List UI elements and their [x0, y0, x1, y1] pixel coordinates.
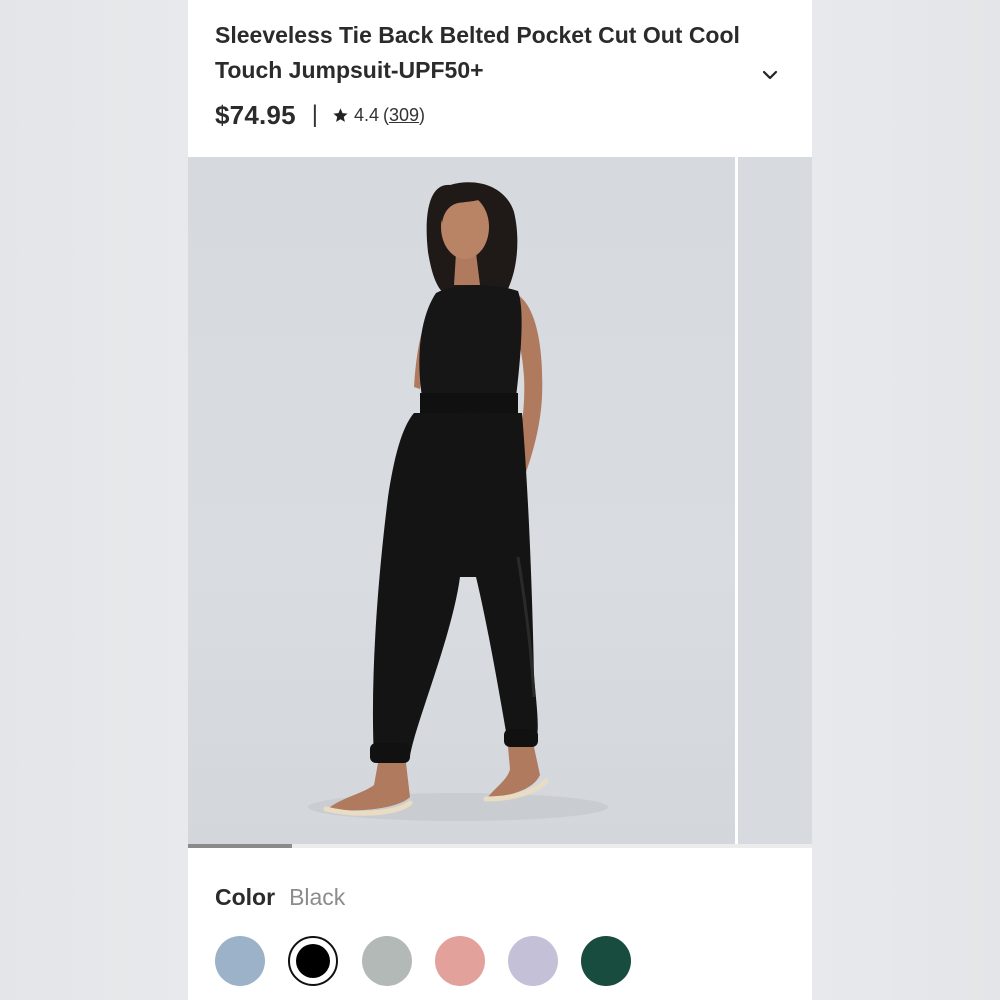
swatch-green[interactable]	[581, 936, 631, 986]
swatch-selected-fill	[296, 944, 330, 978]
paren-close: )	[419, 104, 426, 125]
product-page: Sleeveless Tie Back Belted Pocket Cut Ou…	[188, 0, 812, 1000]
carousel-progress	[188, 844, 812, 848]
swatch-light-blue[interactable]	[215, 936, 265, 986]
review-count: 309	[389, 104, 420, 125]
swatch-gray[interactable]	[362, 936, 412, 986]
review-count-link[interactable]: (309)	[383, 105, 425, 126]
next-product-image[interactable]	[738, 157, 812, 844]
rating-value: 4.4	[353, 104, 379, 125]
selected-color-name: Black	[289, 884, 346, 910]
divider: |	[311, 101, 318, 128]
color-selector-header: Color Black	[215, 884, 345, 911]
carousel-progress-fill	[188, 844, 293, 848]
swatch-black[interactable]	[288, 936, 338, 986]
product-title: Sleeveless Tie Back Belted Pocket Cut Ou…	[215, 22, 740, 83]
model-illustration	[308, 182, 608, 821]
color-label: Color	[215, 884, 276, 910]
product-image[interactable]	[188, 157, 735, 844]
product-image-carousel[interactable]	[188, 157, 812, 844]
swatch-lavender[interactable]	[508, 936, 558, 986]
swatch-pink[interactable]	[435, 936, 485, 986]
chevron-down-icon[interactable]	[759, 64, 781, 86]
product-price: $74.95	[215, 99, 296, 130]
star-icon	[333, 107, 348, 122]
price-rating-row: $74.95 | 4.4 (309)	[215, 97, 425, 133]
